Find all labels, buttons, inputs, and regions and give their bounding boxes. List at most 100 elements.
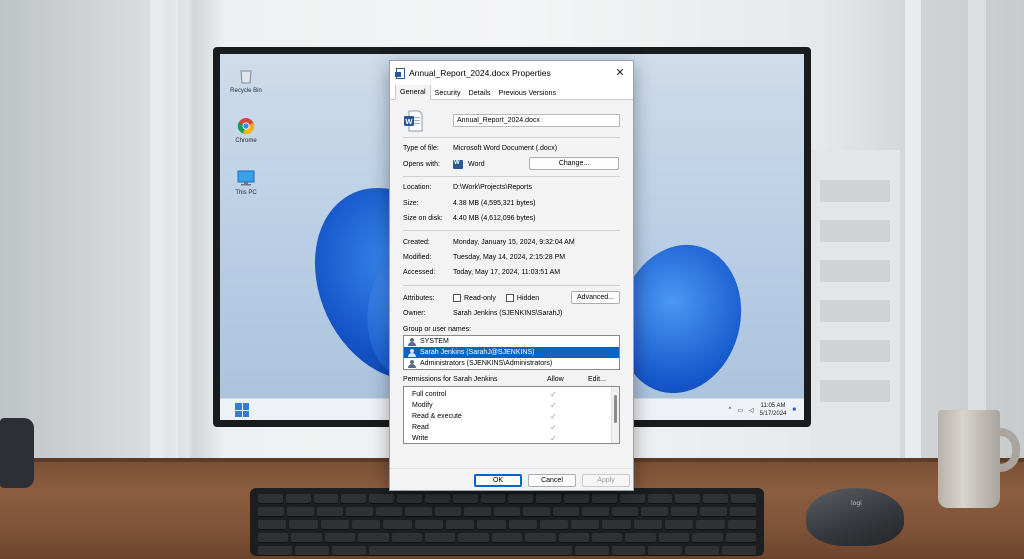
user-icon bbox=[408, 348, 417, 357]
readonly-label: Read-only bbox=[464, 294, 496, 302]
dialog-footer: OK Cancel Apply bbox=[390, 468, 633, 490]
allow-check-icon: ✓ bbox=[550, 390, 557, 399]
group-label-row: Group or user names: bbox=[403, 326, 471, 333]
group-label: Group or user names: bbox=[403, 326, 472, 333]
size-value: 4.38 MB (4,595,321 bytes) bbox=[453, 200, 536, 207]
type-value: Microsoft Word Document (.docx) bbox=[453, 145, 558, 152]
list-item-selected[interactable]: Sarah Jenkins (SarahJ@SJENKINS) bbox=[404, 347, 619, 358]
network-icon[interactable]: ▭ bbox=[737, 407, 743, 414]
type-label: Type of file: bbox=[403, 145, 439, 152]
permissions-header: Permissions for Sarah Jenkins Allow Edit… bbox=[403, 376, 620, 383]
created-label: Created: bbox=[403, 239, 430, 246]
taskbar-time: 11:05 AM bbox=[760, 403, 786, 409]
scrollbar-thumb[interactable] bbox=[614, 395, 617, 423]
attributes-row: Attributes: Read-only Hidden bbox=[403, 294, 539, 302]
tab-previous-versions[interactable]: Previous Versions bbox=[495, 86, 561, 99]
dialog-titlebar[interactable]: Annual_Report_2024.docx Properties ✕ bbox=[390, 61, 633, 85]
ok-button[interactable]: OK bbox=[474, 474, 522, 487]
computer-mouse bbox=[806, 488, 904, 546]
permission-row: Modify ✓ bbox=[404, 400, 619, 411]
created-value: Monday, January 15, 2024, 9:32:04 AM bbox=[453, 239, 575, 246]
created-row: Created: Monday, January 15, 2024, 9:32:… bbox=[403, 239, 575, 246]
permissions-list[interactable]: Full control ✓ Modify ✓ Read & execute ✓ Re… bbox=[403, 386, 620, 444]
chrome-shortcut[interactable]: Chrome bbox=[226, 116, 266, 144]
svg-text:W: W bbox=[405, 117, 413, 126]
divider bbox=[403, 176, 620, 177]
opens-with-row: Opens with: Word bbox=[403, 160, 485, 169]
permissions-scrollbar[interactable] bbox=[611, 387, 619, 443]
notification-icon[interactable]: ■ bbox=[792, 407, 796, 413]
word-document-large-icon: W bbox=[403, 110, 423, 132]
tab-bar: General Security Details Previous Versio… bbox=[390, 84, 633, 100]
tab-security[interactable]: Security bbox=[431, 86, 465, 99]
size-on-disk-value: 4.40 MB (4,612,096 bytes) bbox=[453, 215, 536, 222]
advanced-button[interactable]: Advanced... bbox=[571, 291, 620, 304]
allow-check-icon: ✓ bbox=[550, 412, 557, 421]
taskbar-clock[interactable]: 11:05 AM 5/17/2024 bbox=[760, 402, 787, 418]
window-frame bbox=[968, 0, 986, 470]
word-app-icon bbox=[453, 160, 463, 169]
cancel-button[interactable]: Cancel bbox=[528, 474, 576, 487]
size-on-disk-row: Size on disk: 4.40 MB (4,612,096 bytes) bbox=[403, 215, 536, 222]
allow-column-label: Allow bbox=[547, 376, 564, 383]
speaker bbox=[0, 418, 34, 488]
tab-details[interactable]: Details bbox=[465, 86, 495, 99]
location-value: D:\Work\Projects\Reports bbox=[453, 184, 532, 191]
chrome-icon bbox=[236, 116, 256, 136]
window-frame bbox=[178, 0, 186, 470]
window-frame bbox=[150, 0, 164, 470]
tab-general[interactable]: General bbox=[395, 84, 431, 100]
list-item[interactable]: Administrators (SJENKINS\Administrators) bbox=[404, 358, 619, 369]
close-icon[interactable]: ✕ bbox=[611, 64, 629, 82]
taskbar-date: 5/17/2024 bbox=[759, 411, 787, 417]
owner-label: Owner: bbox=[403, 310, 426, 317]
mouse-logo: logi bbox=[851, 500, 862, 507]
owner-row: Owner: Sarah Jenkins (SJENKINS\SarahJ) bbox=[403, 310, 562, 317]
edit-button[interactable]: Edit... bbox=[588, 376, 606, 383]
accessed-label: Accessed: bbox=[403, 269, 436, 276]
accessed-value: Today, May 17, 2024, 11:03:51 AM bbox=[453, 269, 561, 276]
general-panel: W Type of file: Microsoft Word Document … bbox=[390, 100, 633, 478]
volume-icon[interactable]: ◁ bbox=[749, 407, 754, 414]
divider bbox=[403, 285, 620, 286]
recycle-bin-icon bbox=[236, 66, 256, 86]
group-listbox[interactable]: SYSTEM Sarah Jenkins (SarahJ@SJENKINS) A… bbox=[403, 335, 620, 370]
location-label: Location: bbox=[403, 184, 432, 191]
change-button[interactable]: Change... bbox=[529, 157, 619, 170]
permission-row: Full control ✓ bbox=[404, 389, 619, 400]
modified-value: Tuesday, May 14, 2024, 2:15:28 PM bbox=[453, 254, 566, 261]
start-button[interactable] bbox=[235, 403, 249, 417]
recycle-bin-shortcut[interactable]: Recycle Bin bbox=[226, 66, 266, 94]
keyboard bbox=[250, 488, 764, 556]
divider bbox=[403, 137, 620, 138]
permission-row: Read ✓ bbox=[404, 422, 619, 433]
file-name-input[interactable] bbox=[453, 114, 620, 127]
size-on-disk-label: Size on disk: bbox=[403, 215, 443, 222]
coffee-mug bbox=[938, 410, 1000, 508]
hidden-label: Hidden bbox=[516, 294, 540, 302]
permissions-label: Permissions for Sarah Jenkins bbox=[403, 376, 498, 383]
opens-with-value: Word bbox=[468, 161, 485, 168]
allow-check-icon: ✓ bbox=[550, 401, 557, 410]
properties-dialog: Annual_Report_2024.docx Properties ✕ Gen… bbox=[389, 60, 634, 491]
group-icon bbox=[408, 337, 417, 346]
size-label: Size: bbox=[403, 200, 419, 207]
allow-check-icon: ✓ bbox=[550, 434, 557, 443]
permission-row: Read & execute ✓ bbox=[404, 411, 619, 422]
owner-value: Sarah Jenkins (SJENKINS\SarahJ) bbox=[453, 310, 563, 317]
modified-label: Modified: bbox=[403, 254, 432, 261]
accessed-row: Accessed: Today, May 17, 2024, 11:03:51 … bbox=[403, 269, 560, 276]
dialog-title: Annual_Report_2024.docx Properties bbox=[409, 68, 551, 78]
this-pc-shortcut[interactable]: This PC bbox=[226, 168, 266, 196]
chevron-up-icon[interactable]: ^ bbox=[729, 407, 732, 413]
attributes-label: Attributes: bbox=[403, 294, 435, 302]
divider bbox=[403, 230, 620, 231]
list-item[interactable]: SYSTEM bbox=[404, 336, 619, 347]
background-building bbox=[810, 150, 900, 470]
location-row: Location: D:\Work\Projects\Reports bbox=[403, 184, 532, 191]
apply-button[interactable]: Apply bbox=[582, 474, 630, 487]
readonly-checkbox[interactable] bbox=[453, 294, 461, 302]
type-row: Type of file: Microsoft Word Document (.… bbox=[403, 145, 557, 152]
window-frame bbox=[905, 0, 921, 470]
hidden-checkbox[interactable] bbox=[505, 294, 514, 302]
